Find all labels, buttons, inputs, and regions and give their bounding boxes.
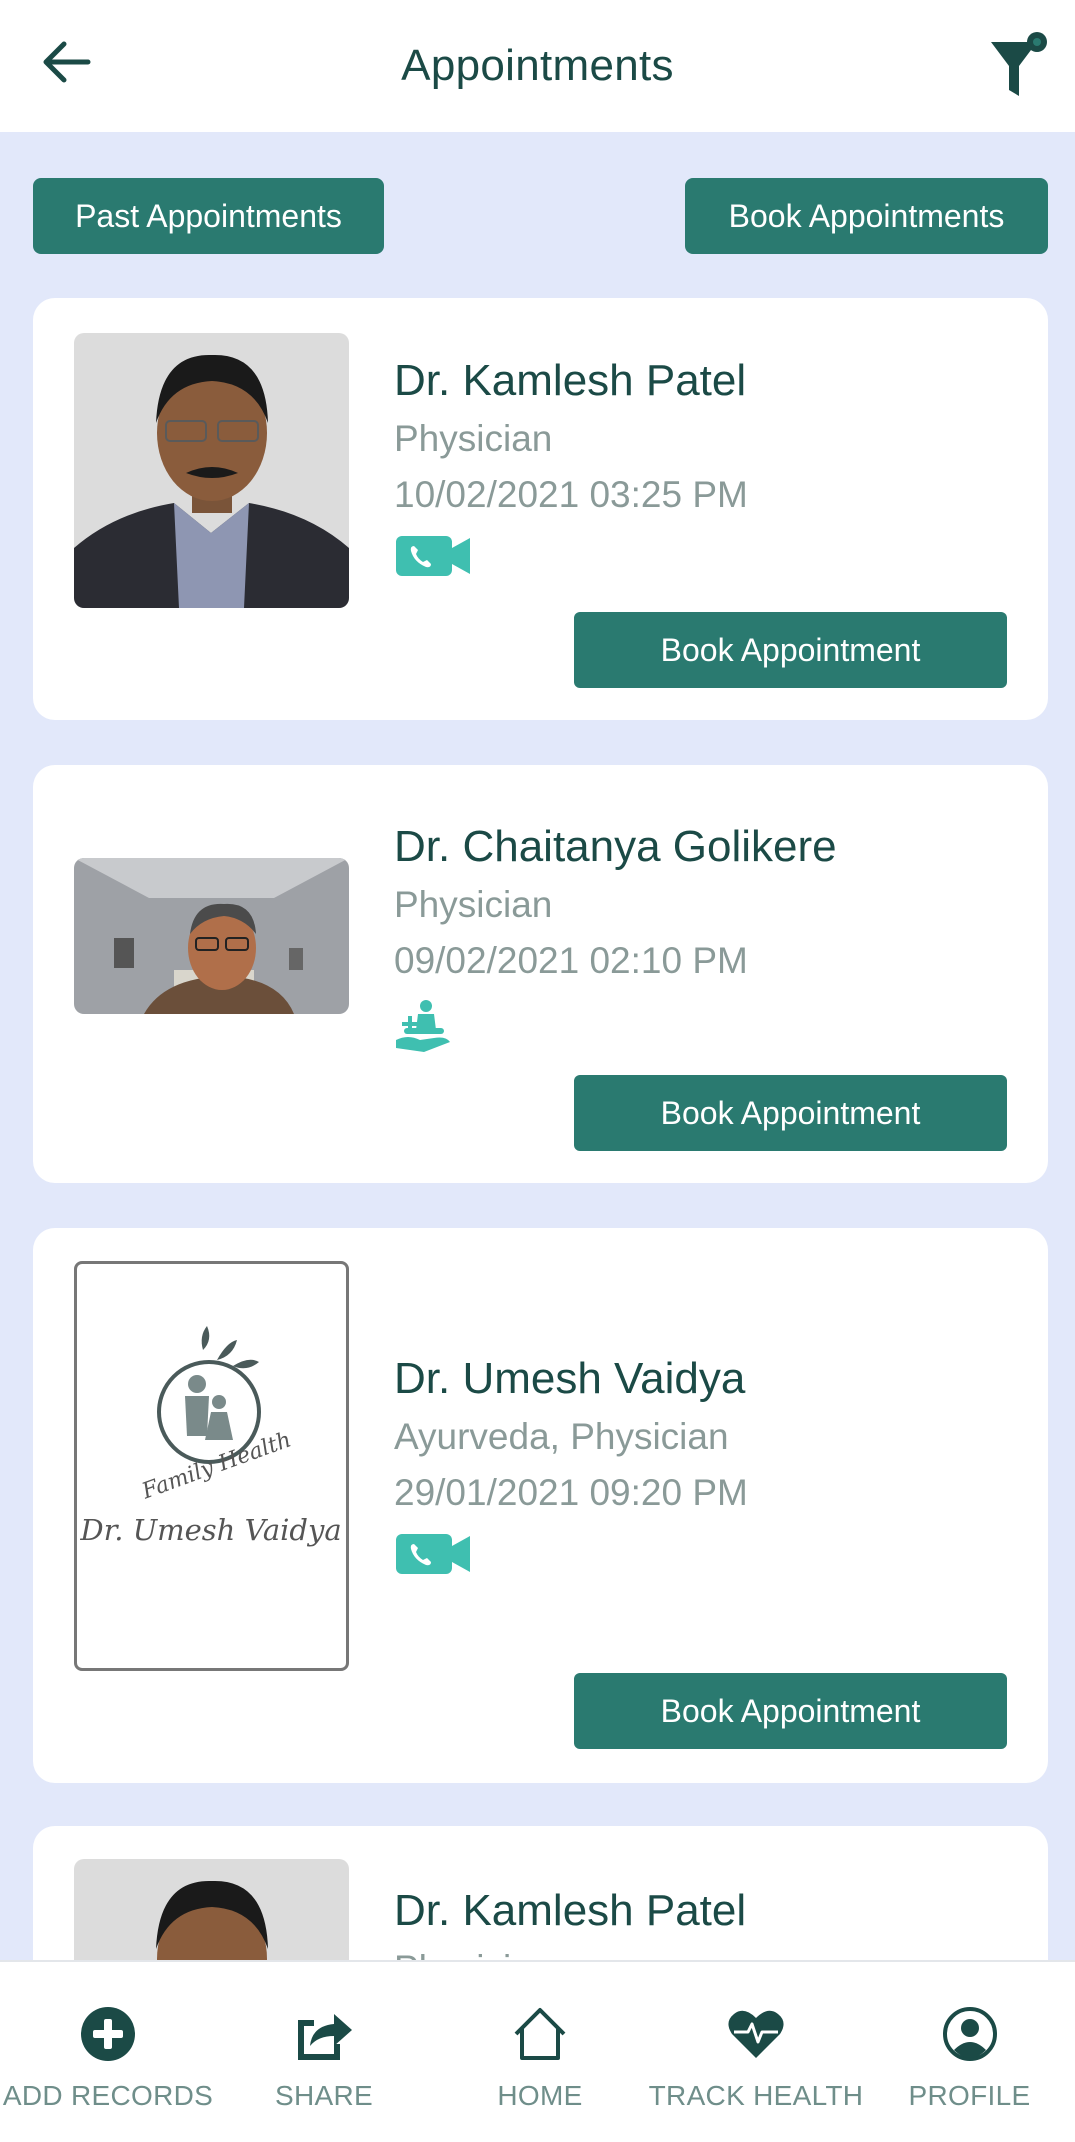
nav-add-records[interactable]: ADD RECORDS xyxy=(0,1962,216,2142)
nav-label: HOME xyxy=(497,2080,583,2111)
in-clinic-icon xyxy=(394,998,452,1059)
nav-home[interactable]: HOME xyxy=(432,1962,648,2142)
nav-label: PROFILE xyxy=(908,2080,1031,2111)
share-icon xyxy=(294,2004,354,2064)
page-title: Appointments xyxy=(401,41,674,90)
appointment-card: Family Health Dr. Umesh Vaidya Dr. Umesh… xyxy=(33,1228,1048,1783)
video-call-icon xyxy=(394,1530,472,1583)
appointment-datetime: 29/01/2021 09:20 PM xyxy=(394,1472,748,1513)
doctor-name: Dr. Umesh Vaidya xyxy=(394,1354,746,1403)
nav-label: TRACK HEALTH xyxy=(648,2080,864,2111)
doctor-specialty: Physician xyxy=(394,884,553,925)
doctor-name: Dr. Kamlesh Patel xyxy=(394,1886,747,1935)
clinic-logo: Family Health Dr. Umesh Vaidya xyxy=(74,1261,349,1671)
home-icon xyxy=(510,2004,570,2064)
heartbeat-icon xyxy=(726,2004,786,2064)
app-header: Appointments xyxy=(0,0,1075,132)
nav-label: ADD RECORDS xyxy=(2,2080,214,2111)
appointment-card: Dr. Kamlesh Patel Physician 10/02/2021 0… xyxy=(33,298,1048,720)
bottom-navigation: ADD RECORDS SHARE HOME TRACK HEALTH PROF… xyxy=(0,1960,1075,2142)
doctor-photo xyxy=(74,333,349,608)
arrow-left-icon xyxy=(43,41,91,83)
filter-button[interactable] xyxy=(987,30,1051,100)
doctor-photo xyxy=(74,858,349,1014)
book-appointment-button[interactable]: Book Appointment xyxy=(574,1075,1007,1151)
appointment-card: Dr. Chaitanya Golikere Physician 09/02/2… xyxy=(33,765,1048,1183)
doctor-specialty: Physician xyxy=(394,418,553,459)
nav-profile[interactable]: PROFILE xyxy=(864,1962,1075,2142)
appointment-datetime: 10/02/2021 03:25 PM xyxy=(394,474,748,515)
add-circle-icon xyxy=(78,2004,138,2064)
back-button[interactable] xyxy=(40,38,96,86)
nav-track-health[interactable]: TRACK HEALTH xyxy=(648,1962,864,2142)
appointment-datetime: 09/02/2021 02:10 PM xyxy=(394,940,748,981)
profile-icon xyxy=(940,2004,1000,2064)
doctor-specialty: Ayurveda, Physician xyxy=(394,1416,729,1457)
book-appointment-button[interactable]: Book Appointment xyxy=(574,612,1007,688)
book-appointments-button[interactable]: Book Appointments xyxy=(685,178,1048,254)
doctor-name: Dr. Kamlesh Patel xyxy=(394,356,747,405)
doctor-name: Dr. Chaitanya Golikere xyxy=(394,822,837,871)
logo-name: Dr. Umesh Vaidya xyxy=(79,1513,341,1547)
video-call-icon xyxy=(394,532,472,585)
past-appointments-button[interactable]: Past Appointments xyxy=(33,178,384,254)
book-appointment-button[interactable]: Book Appointment xyxy=(574,1673,1007,1749)
filter-icon xyxy=(991,32,1047,96)
nav-share[interactable]: SHARE xyxy=(216,1962,432,2142)
nav-label: SHARE xyxy=(275,2080,373,2111)
